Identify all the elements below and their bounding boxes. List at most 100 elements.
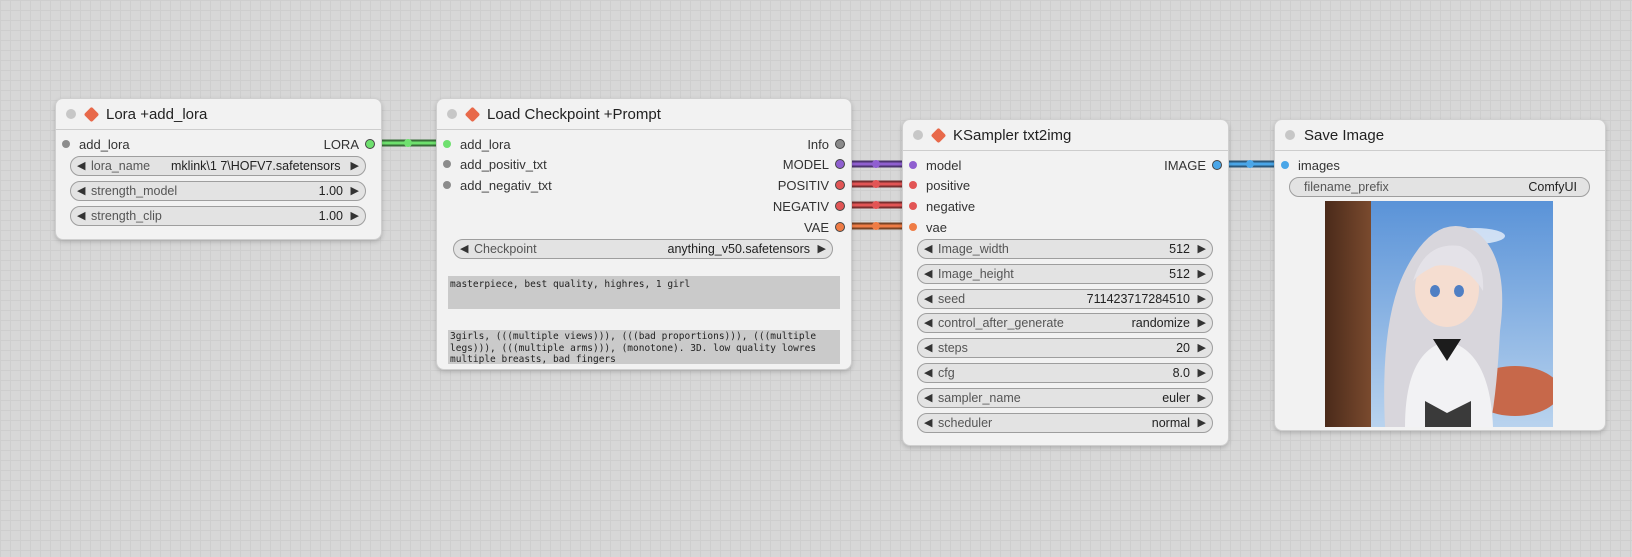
output-slot-info[interactable]: Info (807, 134, 845, 154)
node-checkpoint-title: Load Checkpoint +Prompt (487, 105, 661, 123)
output-slot-negativ[interactable]: NEGATIV (773, 196, 845, 216)
input-dot-icon (909, 161, 917, 169)
decrement-arrow-icon[interactable]: ◀ (924, 316, 932, 329)
decrement-arrow-icon[interactable]: ◀ (924, 341, 932, 354)
node-lora[interactable]: Lora +add_lora add_lora LORA ◀ lora_name… (55, 98, 382, 240)
node-lora-header[interactable]: Lora +add_lora (56, 99, 381, 130)
widget-image-width[interactable]: ◀ Image_width 512 ▶ (917, 239, 1213, 259)
node-ksampler[interactable]: KSampler txt2img model IMAGE positive ne… (902, 119, 1229, 446)
widget-strength-model[interactable]: ◀ strength_model 1.00 ▶ (70, 181, 366, 201)
increment-arrow-icon[interactable]: ▶ (818, 242, 826, 255)
input-slot-images[interactable]: images (1281, 155, 1340, 175)
input-slot-add-positiv-txt[interactable]: add_positiv_txt (443, 154, 547, 174)
output-dot-icon (835, 180, 845, 190)
input-dot-icon (909, 223, 917, 231)
output-dot-icon (1212, 160, 1222, 170)
output-slot-lora[interactable]: LORA (324, 134, 375, 154)
widget-sampler-name[interactable]: ◀ sampler_name euler ▶ (917, 388, 1213, 408)
slot-row-2: add_positiv_txt MODEL (437, 154, 851, 174)
input-slot-add-lora[interactable]: add_lora (62, 134, 130, 154)
input-dot-icon (443, 160, 451, 168)
slot-row-4: NEGATIV (437, 196, 851, 216)
node-lora-title: Lora +add_lora (106, 105, 208, 123)
slot-row-1: add_lora Info (437, 134, 851, 154)
node-load-checkpoint[interactable]: Load Checkpoint +Prompt add_lora Info ad… (436, 98, 852, 370)
increment-arrow-icon[interactable]: ▶ (351, 184, 359, 197)
negative-prompt-textarea[interactable]: 3girls, (((multiple views))), (((bad pro… (448, 330, 840, 364)
output-dot-icon (835, 222, 845, 232)
slot-row-negative: negative (903, 196, 1228, 216)
decrement-arrow-icon[interactable]: ◀ (924, 416, 932, 429)
node-diamond-icon (83, 106, 100, 122)
widget-checkpoint[interactable]: ◀ Checkpoint anything_v50.safetensors ▶ (453, 239, 833, 259)
decrement-arrow-icon[interactable]: ◀ (924, 391, 932, 404)
generated-image-preview[interactable] (1325, 201, 1553, 427)
output-dot-icon (365, 139, 375, 149)
collapse-dot-icon[interactable] (913, 130, 923, 140)
node-diamond-icon (930, 127, 947, 143)
increment-arrow-icon[interactable]: ▶ (1198, 267, 1206, 280)
slot-row-positive: positive (903, 175, 1228, 195)
input-slot-vae[interactable]: vae (909, 217, 947, 237)
output-slot-positiv[interactable]: POSITIV (778, 175, 845, 195)
output-dot-icon (835, 159, 845, 169)
widget-cfg[interactable]: ◀ cfg 8.0 ▶ (917, 363, 1213, 383)
output-dot-icon (835, 139, 845, 149)
slot-row-add-lora: add_lora LORA (56, 134, 381, 154)
input-dot-icon (62, 140, 70, 148)
increment-arrow-icon[interactable]: ▶ (351, 209, 359, 222)
node-save-image[interactable]: Save Image images filename_prefix ComfyU… (1274, 119, 1606, 431)
node-ksampler-header[interactable]: KSampler txt2img (903, 120, 1228, 151)
slot-row-5: VAE (437, 217, 851, 237)
decrement-arrow-icon[interactable]: ◀ (77, 159, 85, 172)
widget-image-height[interactable]: ◀ Image_height 512 ▶ (917, 264, 1213, 284)
decrement-arrow-icon[interactable]: ◀ (924, 366, 932, 379)
input-slot-add-lora[interactable]: add_lora (443, 134, 511, 154)
slot-row-model: model IMAGE (903, 155, 1228, 175)
slot-row-vae: vae (903, 217, 1228, 237)
increment-arrow-icon[interactable]: ▶ (1198, 416, 1206, 429)
decrement-arrow-icon[interactable]: ◀ (77, 184, 85, 197)
decrement-arrow-icon[interactable]: ◀ (924, 292, 932, 305)
output-dot-icon (835, 201, 845, 211)
collapse-dot-icon[interactable] (1285, 130, 1295, 140)
collapse-dot-icon[interactable] (447, 109, 457, 119)
widget-scheduler[interactable]: ◀ scheduler normal ▶ (917, 413, 1213, 433)
decrement-arrow-icon[interactable]: ◀ (924, 267, 932, 280)
input-slot-model[interactable]: model (909, 155, 961, 175)
increment-arrow-icon[interactable]: ▶ (1198, 366, 1206, 379)
increment-arrow-icon[interactable]: ▶ (1198, 391, 1206, 404)
output-slot-image[interactable]: IMAGE (1164, 155, 1222, 175)
node-diamond-icon (464, 106, 481, 122)
increment-arrow-icon[interactable]: ▶ (1198, 242, 1206, 255)
input-dot-icon (909, 181, 917, 189)
widget-filename-prefix[interactable]: filename_prefix ComfyUI (1289, 177, 1590, 197)
widget-steps[interactable]: ◀ steps 20 ▶ (917, 338, 1213, 358)
node-checkpoint-header[interactable]: Load Checkpoint +Prompt (437, 99, 851, 130)
widget-seed[interactable]: ◀ seed 711423717284510 ▶ (917, 289, 1213, 309)
input-dot-icon (443, 181, 451, 189)
increment-arrow-icon[interactable]: ▶ (1198, 341, 1206, 354)
slot-row-images: images (1275, 155, 1605, 175)
increment-arrow-icon[interactable]: ▶ (351, 159, 359, 172)
collapse-dot-icon[interactable] (66, 109, 76, 119)
slot-row-3: add_negativ_txt POSITIV (437, 175, 851, 195)
node-save-title: Save Image (1304, 126, 1385, 144)
input-slot-negative[interactable]: negative (909, 196, 975, 216)
decrement-arrow-icon[interactable]: ◀ (460, 242, 468, 255)
positive-prompt-textarea[interactable]: masterpiece, best quality, highres, 1 gi… (448, 276, 840, 309)
input-dot-icon (1281, 161, 1289, 169)
increment-arrow-icon[interactable]: ▶ (1198, 316, 1206, 329)
input-slot-add-negativ-txt[interactable]: add_negativ_txt (443, 175, 552, 195)
decrement-arrow-icon[interactable]: ◀ (77, 209, 85, 222)
widget-strength-clip[interactable]: ◀ strength_clip 1.00 ▶ (70, 206, 366, 226)
output-slot-vae[interactable]: VAE (804, 217, 845, 237)
node-save-header[interactable]: Save Image (1275, 120, 1605, 151)
output-slot-model[interactable]: MODEL (783, 154, 845, 174)
node-ksampler-title: KSampler txt2img (953, 126, 1072, 144)
decrement-arrow-icon[interactable]: ◀ (924, 242, 932, 255)
input-slot-positive[interactable]: positive (909, 175, 970, 195)
increment-arrow-icon[interactable]: ▶ (1198, 292, 1206, 305)
widget-control-after-generate[interactable]: ◀ control_after_generate randomize ▶ (917, 313, 1213, 333)
widget-lora-name[interactable]: ◀ lora_name mklink\1 7\HOFV7.safetensors… (70, 156, 366, 176)
